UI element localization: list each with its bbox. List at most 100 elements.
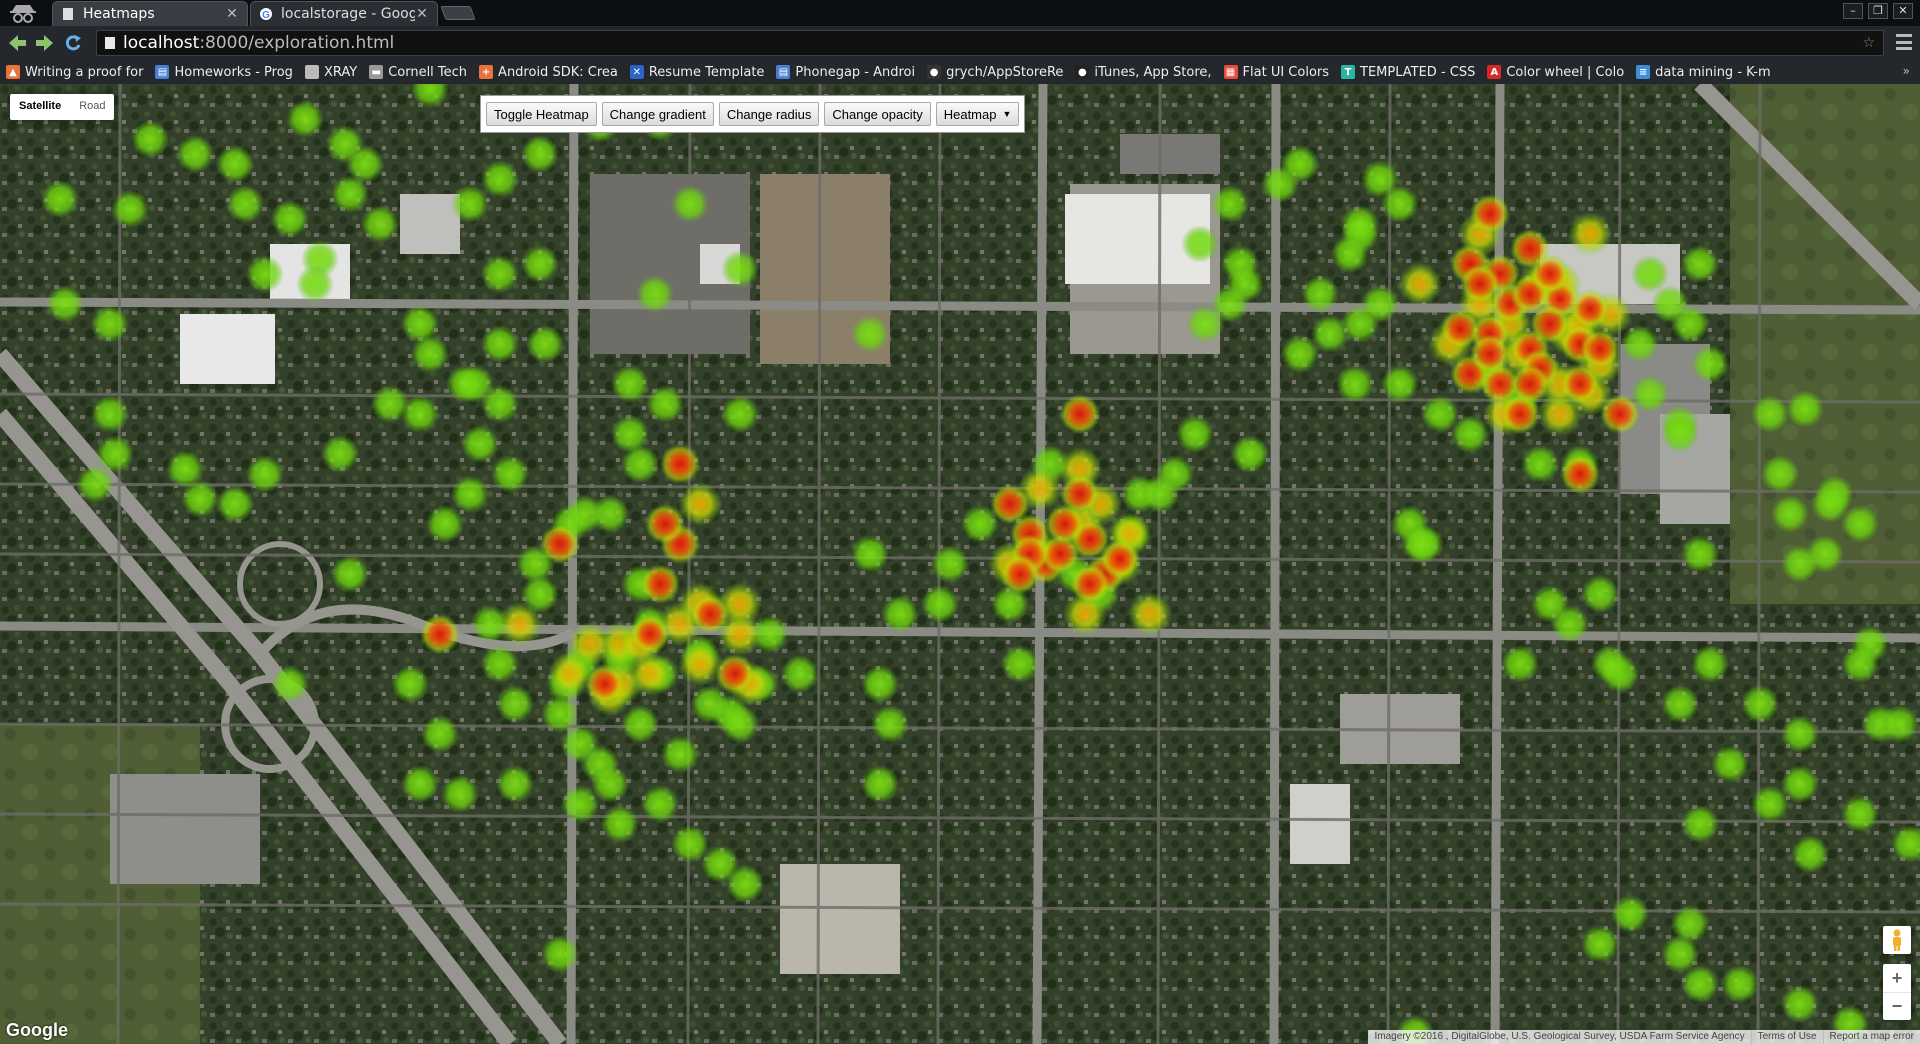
heat-point	[541, 935, 579, 973]
heatmap-controls-panel: Toggle Heatmap Change gradient Change ra…	[480, 95, 1026, 133]
heat-point	[1681, 805, 1719, 843]
bookmark-item[interactable]: ▲ Writing a proof for	[6, 65, 143, 80]
close-window-icon[interactable]: ✕	[1893, 3, 1913, 19]
heat-point	[271, 665, 309, 703]
terms-link[interactable]: Terms of Use	[1750, 1030, 1823, 1044]
heat-point	[1521, 445, 1559, 483]
heat-point	[1128, 592, 1172, 636]
bookmark-item[interactable]: ▤ Phonegap - Androi	[776, 65, 915, 80]
tab-heatmaps[interactable]: Heatmaps ✕	[52, 1, 248, 26]
heat-point	[721, 250, 759, 288]
heat-point	[611, 365, 649, 403]
browser-tab-strip: Heatmaps ✕ G localstorage - Google ✕ – ❐…	[0, 0, 1920, 26]
heat-point	[1100, 539, 1140, 579]
svg-text:G: G	[262, 10, 270, 21]
heat-point	[1791, 835, 1829, 873]
heat-point	[715, 654, 755, 694]
heat-point	[441, 775, 479, 813]
heat-point	[426, 505, 464, 543]
heat-point	[1841, 645, 1879, 683]
bookmark-label: iTunes, App Store,	[1094, 64, 1212, 80]
heat-point	[391, 665, 429, 703]
heat-point	[1681, 535, 1719, 573]
bookmark-item[interactable]: ▤ Homeworks - Prog	[155, 64, 293, 80]
reload-icon[interactable]	[62, 33, 84, 53]
change-opacity-button[interactable]: Change opacity	[824, 102, 931, 126]
minimize-icon[interactable]: –	[1843, 3, 1863, 19]
bookmark-label: grych/AppStoreRe	[946, 64, 1064, 80]
heat-point	[1771, 495, 1809, 533]
bookmark-label: Homeworks - Prog	[174, 64, 293, 80]
bookmark-label: Resume Template	[648, 64, 765, 80]
github-icon: ●	[927, 65, 942, 79]
heat-point	[411, 335, 449, 373]
zoom-out-button[interactable]: −	[1883, 992, 1911, 1020]
zoom-in-button[interactable]: +	[1883, 964, 1911, 992]
bookmark-item[interactable]: ● iTunes, App Store,	[1075, 64, 1212, 80]
heat-point	[591, 495, 629, 533]
close-icon[interactable]: ✕	[225, 6, 239, 22]
heat-point	[1600, 394, 1640, 434]
forward-icon[interactable]	[34, 33, 56, 53]
bookmark-item[interactable]: ✕ Resume Template	[629, 64, 765, 80]
bookmark-label: TEMPLATED - CSS	[1360, 64, 1476, 80]
heat-point	[851, 535, 889, 573]
layer-select[interactable]: Heatmap ▼	[935, 102, 1020, 126]
heat-point	[621, 445, 659, 483]
more-bookmarks-icon[interactable]: »	[1903, 64, 1910, 78]
heat-point	[721, 395, 759, 433]
heat-point	[861, 665, 899, 703]
menu-icon[interactable]	[1896, 34, 1912, 50]
heat-point	[540, 524, 580, 564]
bookmark-item[interactable]: T TEMPLATED - CSS	[1341, 65, 1475, 80]
change-radius-button[interactable]: Change radius	[718, 102, 820, 126]
bookmark-item[interactable]: ≡ data mining - K-m	[1636, 65, 1771, 80]
heat-point	[1841, 505, 1879, 543]
flame-icon: ▲	[6, 65, 20, 79]
road-button[interactable]: Road	[70, 94, 114, 120]
bookmark-item[interactable]: A Color wheel | Colo	[1487, 65, 1624, 80]
report-error-link[interactable]: Report a map error	[1822, 1030, 1920, 1044]
address-bar[interactable]: localhost:8000/exploration.html ☆	[96, 30, 1884, 56]
heat-point	[1000, 554, 1040, 594]
heat-point	[1681, 965, 1719, 1003]
heat-point	[421, 715, 459, 753]
bookmark-item[interactable]: ▦ Flat UI Colors	[1223, 65, 1329, 80]
heat-point	[1045, 504, 1085, 544]
pegman-icon[interactable]	[1883, 926, 1911, 954]
new-tab-button[interactable]	[440, 6, 476, 20]
zoom-control: + −	[1883, 964, 1911, 1020]
back-icon[interactable]	[6, 33, 28, 53]
heat-point	[401, 395, 439, 433]
heat-point	[1781, 715, 1819, 753]
grid-icon: ▦	[1223, 65, 1238, 79]
bookmark-item[interactable]: ● grych/AppStoreRe	[927, 65, 1063, 80]
heat-point	[411, 84, 449, 108]
stack-icon: ≡	[1636, 65, 1651, 79]
map-canvas[interactable]: Satellite Road Toggle Heatmap Change gra…	[0, 84, 1920, 1044]
a-icon: A	[1487, 65, 1502, 79]
bookmark-item[interactable]: ▬ Cornell Tech	[369, 65, 467, 80]
heat-point	[491, 455, 529, 493]
heat-point	[216, 145, 254, 183]
bookmark-star-icon[interactable]: ☆	[1862, 35, 1875, 51]
heat-point	[1881, 705, 1919, 743]
restore-icon[interactable]: ❐	[1868, 3, 1888, 19]
bookmark-item[interactable]: XRAY	[304, 64, 358, 80]
change-gradient-button[interactable]: Change gradient	[601, 102, 714, 126]
heat-point	[1381, 185, 1419, 223]
bookmark-item[interactable]: + Android SDK: Crea	[479, 65, 618, 80]
heat-point	[286, 100, 324, 138]
plus-icon: +	[479, 65, 494, 79]
heat-point	[1581, 575, 1619, 613]
heat-point	[1570, 289, 1610, 329]
satellite-button[interactable]: Satellite	[10, 94, 70, 120]
toggle-heatmap-button[interactable]: Toggle Heatmap	[486, 102, 597, 126]
heat-point	[451, 185, 489, 223]
tab-localstorage[interactable]: G localstorage - Google ✕	[250, 1, 438, 26]
bookmark-label: Phonegap - Androi	[795, 64, 916, 80]
google-g-icon: G	[259, 7, 273, 21]
heat-point	[496, 685, 534, 723]
close-icon[interactable]: ✕	[415, 6, 429, 22]
bookmark-label: XRAY	[323, 64, 358, 80]
